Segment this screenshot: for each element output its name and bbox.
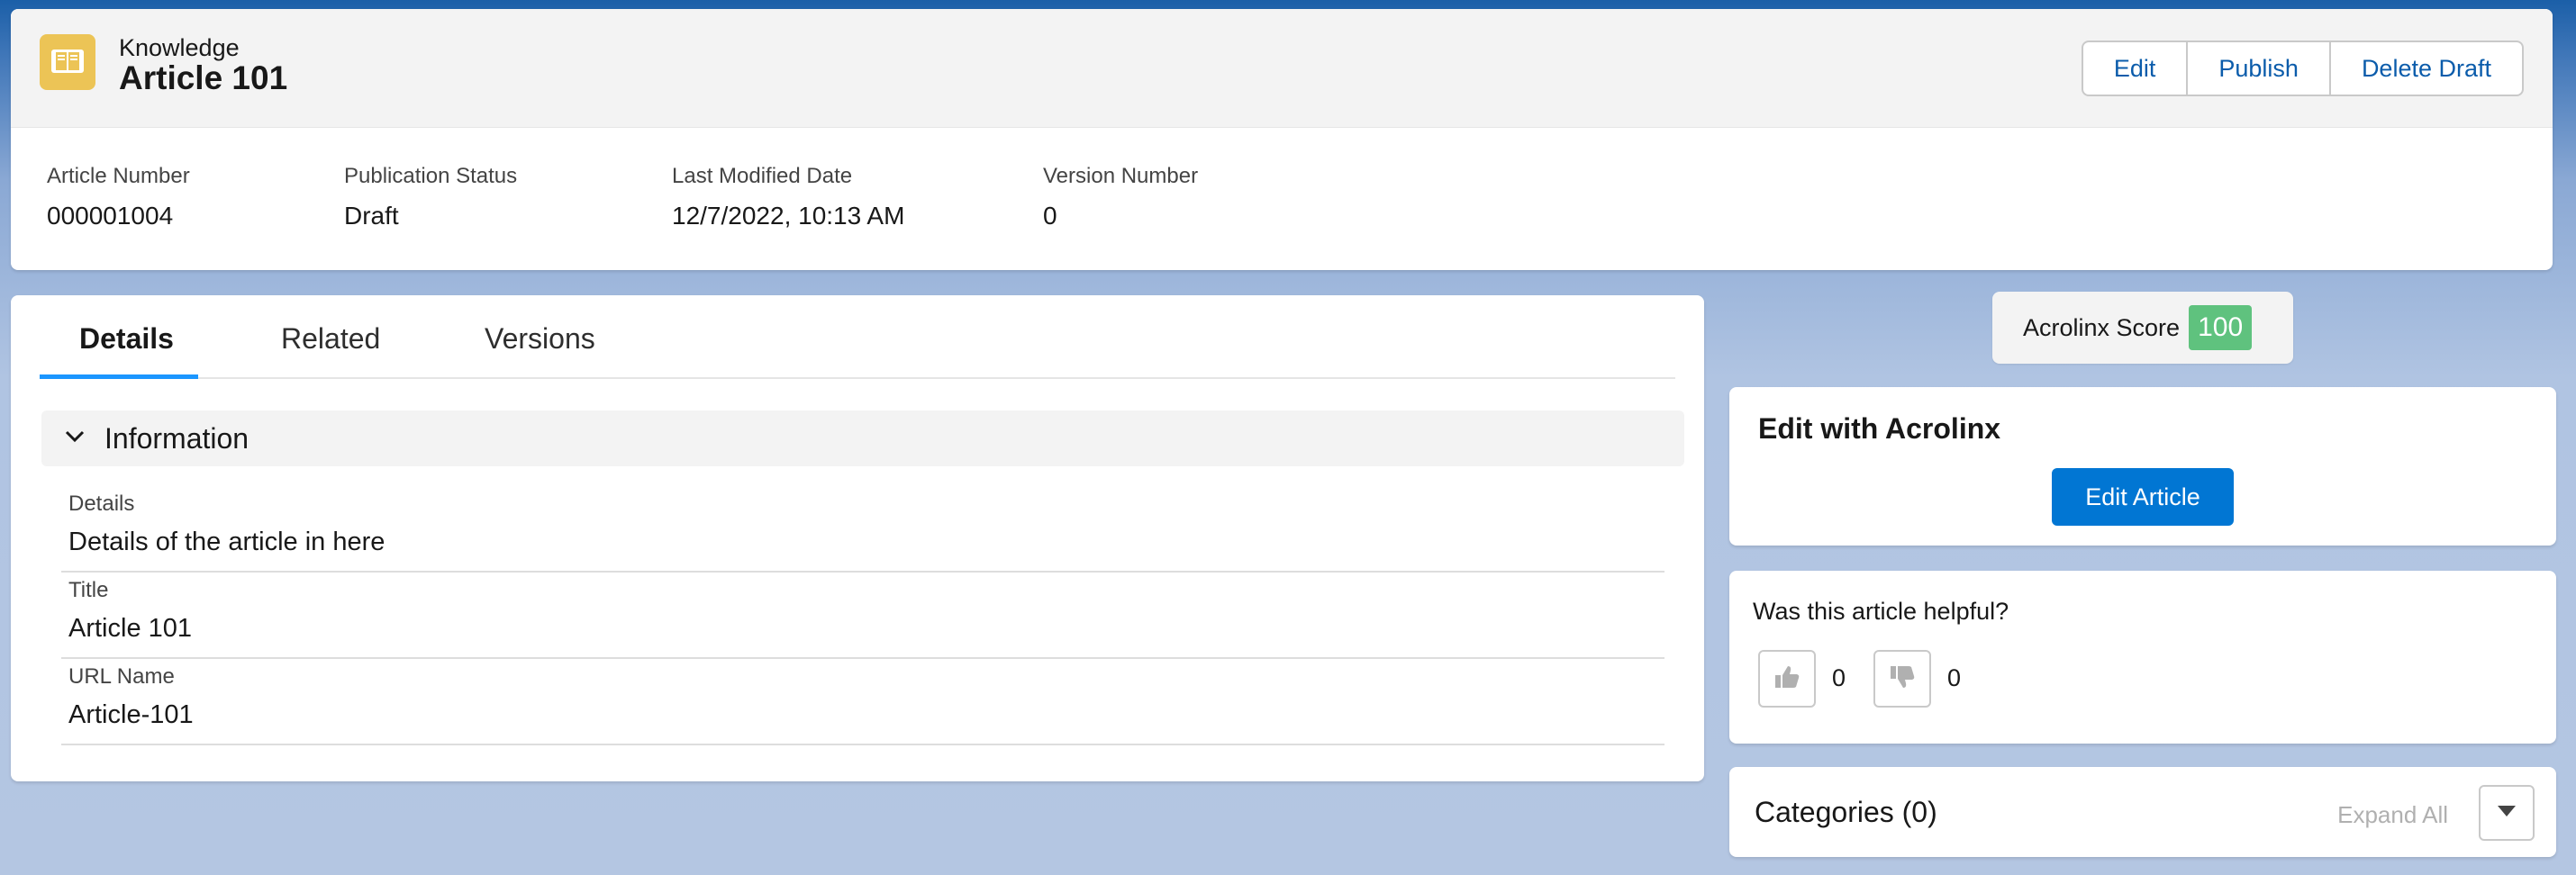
highlight-last-modified-date: Last Modified Date 12/7/2022, 10:13 AM bbox=[672, 164, 904, 230]
object-type-label: Knowledge bbox=[119, 34, 240, 61]
thumbs-down-button[interactable] bbox=[1873, 650, 1931, 708]
highlight-label: Last Modified Date bbox=[672, 164, 853, 188]
tab-label: Related bbox=[281, 322, 381, 355]
tab-label: Versions bbox=[485, 322, 595, 355]
tab-details[interactable]: Details bbox=[79, 322, 174, 356]
highlight-value: Draft bbox=[344, 202, 399, 230]
highlight-article-number: Article Number 000001004 bbox=[47, 164, 190, 230]
helpful-card: Was this article helpful? 0 0 bbox=[1729, 571, 2556, 744]
chevron-down-icon bbox=[65, 430, 85, 447]
highlight-value: 12/7/2022, 10:13 AM bbox=[672, 202, 905, 230]
down-vote-count: 0 bbox=[1947, 664, 1962, 691]
categories-menu-button[interactable] bbox=[2479, 785, 2535, 841]
highlight-label: Version Number bbox=[1043, 164, 1199, 188]
field-value: Article 101 bbox=[68, 614, 193, 643]
tab-label: Details bbox=[79, 322, 174, 355]
thumbs-down-icon bbox=[1889, 664, 1916, 694]
publish-button[interactable]: Publish bbox=[2188, 42, 2331, 95]
highlight-value: 000001004 bbox=[47, 202, 174, 230]
highlight-value: 0 bbox=[1043, 202, 1057, 230]
helpful-question: Was this article helpful? bbox=[1753, 598, 2009, 625]
section-title: Information bbox=[104, 421, 249, 455]
record-header: Knowledge Article 101 Edit Publish Delet… bbox=[11, 9, 2553, 270]
knowledge-book-icon bbox=[40, 34, 95, 90]
field-label: URL Name bbox=[68, 664, 175, 689]
highlight-label: Publication Status bbox=[344, 164, 518, 188]
tab-related[interactable]: Related bbox=[281, 322, 380, 356]
score-label: Acrolinx Score bbox=[2023, 313, 2181, 341]
field-value: Details of the article in here bbox=[68, 528, 385, 556]
thumbs-up-button[interactable] bbox=[1758, 650, 1816, 708]
field-label: Title bbox=[68, 578, 109, 602]
expand-all-link[interactable]: Expand All bbox=[2337, 801, 2448, 829]
delete-draft-button[interactable]: Delete Draft bbox=[2331, 42, 2522, 95]
edit-button[interactable]: Edit bbox=[2083, 42, 2189, 95]
field-title: Title Article 101 bbox=[61, 578, 1664, 659]
highlight-version-number: Version Number 0 bbox=[1043, 164, 1198, 230]
tab-bar: Details Related Versions bbox=[40, 295, 1675, 379]
field-value: Article-101 bbox=[68, 700, 194, 729]
score-badge: 100 bbox=[2189, 305, 2253, 350]
thumbs-up-icon bbox=[1773, 664, 1800, 694]
up-vote-count: 0 bbox=[1832, 664, 1846, 691]
field-url-name: URL Name Article-101 bbox=[61, 664, 1664, 745]
field-label: Details bbox=[68, 492, 135, 516]
tab-versions[interactable]: Versions bbox=[485, 322, 595, 356]
section-toggle-information[interactable]: Information bbox=[41, 410, 1684, 466]
acrolinx-score: Acrolinx Score 100 bbox=[1992, 292, 2293, 364]
header-action-buttons: Edit Publish Delete Draft bbox=[2081, 41, 2524, 96]
acrolinx-card: Edit with Acrolinx Edit Article bbox=[1729, 387, 2556, 546]
field-details: Details Details of the article in here bbox=[61, 492, 1664, 573]
categories-card: Categories (0) Expand All bbox=[1729, 767, 2556, 857]
card-title: Edit with Acrolinx bbox=[1758, 412, 2001, 445]
header-top-band: Knowledge Article 101 Edit Publish Delet… bbox=[11, 9, 2553, 128]
highlight-publication-status: Publication Status Draft bbox=[344, 164, 517, 230]
highlight-label: Article Number bbox=[47, 164, 190, 188]
details-card: Details Related Versions Information Det… bbox=[11, 295, 1704, 781]
caret-down-icon bbox=[2497, 805, 2517, 822]
record-title: Article 101 bbox=[119, 59, 288, 96]
categories-title: Categories (0) bbox=[1755, 796, 1937, 828]
active-tab-indicator bbox=[40, 374, 198, 379]
edit-article-button[interactable]: Edit Article bbox=[2052, 468, 2234, 526]
